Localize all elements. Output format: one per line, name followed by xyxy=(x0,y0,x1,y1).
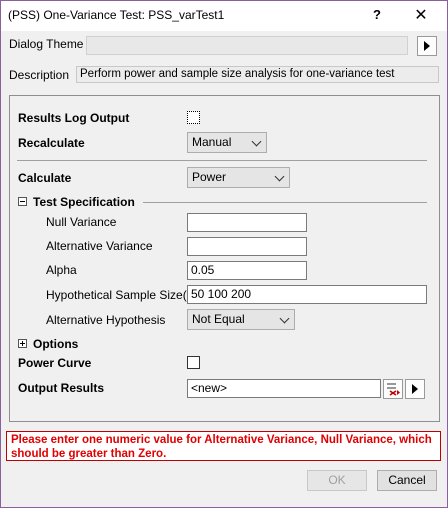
dialog-theme-field[interactable] xyxy=(86,36,408,55)
chevron-down-icon xyxy=(274,171,285,182)
play-arrow-icon xyxy=(424,41,430,51)
results-log-output-label: Results Log Output xyxy=(18,111,130,125)
dialog-theme-menu-button[interactable] xyxy=(417,36,437,56)
power-curve-label: Power Curve xyxy=(18,356,92,370)
browse-output-icon xyxy=(387,383,400,396)
alternative-hypothesis-value: Not Equal xyxy=(192,312,245,326)
null-variance-label: Null Variance xyxy=(46,215,117,229)
alpha-label: Alpha xyxy=(46,263,77,277)
output-results-menu-button[interactable] xyxy=(405,379,425,399)
close-button[interactable]: ✕ xyxy=(404,5,438,27)
test-specification-header[interactable]: Test Specification xyxy=(33,195,135,209)
null-variance-input[interactable] xyxy=(187,213,307,232)
alternative-variance-label: Alternative Variance xyxy=(46,239,153,253)
description-text: Perform power and sample size analysis f… xyxy=(76,66,439,83)
cancel-button[interactable]: Cancel xyxy=(377,470,437,491)
chevron-down-icon xyxy=(251,136,262,147)
output-results-input[interactable]: <new> xyxy=(187,379,381,398)
chevron-down-icon xyxy=(279,313,290,324)
help-button[interactable]: ? xyxy=(373,7,381,22)
recalculate-select[interactable]: Manual xyxy=(187,132,267,153)
output-results-label: Output Results xyxy=(18,381,104,395)
recalculate-value: Manual xyxy=(192,135,232,149)
alpha-input[interactable]: 0.05 xyxy=(187,261,307,280)
hypothetical-sample-sizes-label: Hypothetical Sample Size(s) xyxy=(46,288,197,302)
recalculate-label: Recalculate xyxy=(18,136,85,150)
calculate-value: Power xyxy=(192,170,227,184)
window-title: (PSS) One-Variance Test: PSS_varTest1 xyxy=(8,8,225,22)
divider xyxy=(17,160,427,161)
options-header[interactable]: Options xyxy=(33,337,78,351)
description-label: Description xyxy=(9,68,70,82)
play-arrow-icon xyxy=(412,384,418,394)
hypothetical-sample-sizes-input[interactable]: 50 100 200 xyxy=(187,285,427,304)
output-browse-icon[interactable] xyxy=(383,379,403,399)
calculate-label: Calculate xyxy=(18,171,72,185)
power-curve-checkbox[interactable] xyxy=(187,356,200,369)
calculate-select[interactable]: Power xyxy=(187,167,290,188)
collapse-icon[interactable] xyxy=(18,197,27,206)
error-message: Please enter one numeric value for Alter… xyxy=(6,431,441,461)
dialog-theme-label: Dialog Theme xyxy=(9,37,84,51)
alternative-variance-input[interactable] xyxy=(187,237,307,256)
dialog-window: (PSS) One-Variance Test: PSS_varTest1 ? … xyxy=(0,0,448,508)
alternative-hypothesis-label: Alternative Hypothesis xyxy=(46,313,166,327)
ok-button[interactable]: OK xyxy=(307,470,367,491)
results-log-output-checkbox[interactable] xyxy=(187,111,200,124)
title-bar: (PSS) One-Variance Test: PSS_varTest1 ? … xyxy=(1,1,447,31)
section-divider xyxy=(143,202,427,203)
alternative-hypothesis-select[interactable]: Not Equal xyxy=(187,309,295,330)
expand-icon[interactable] xyxy=(18,339,27,348)
